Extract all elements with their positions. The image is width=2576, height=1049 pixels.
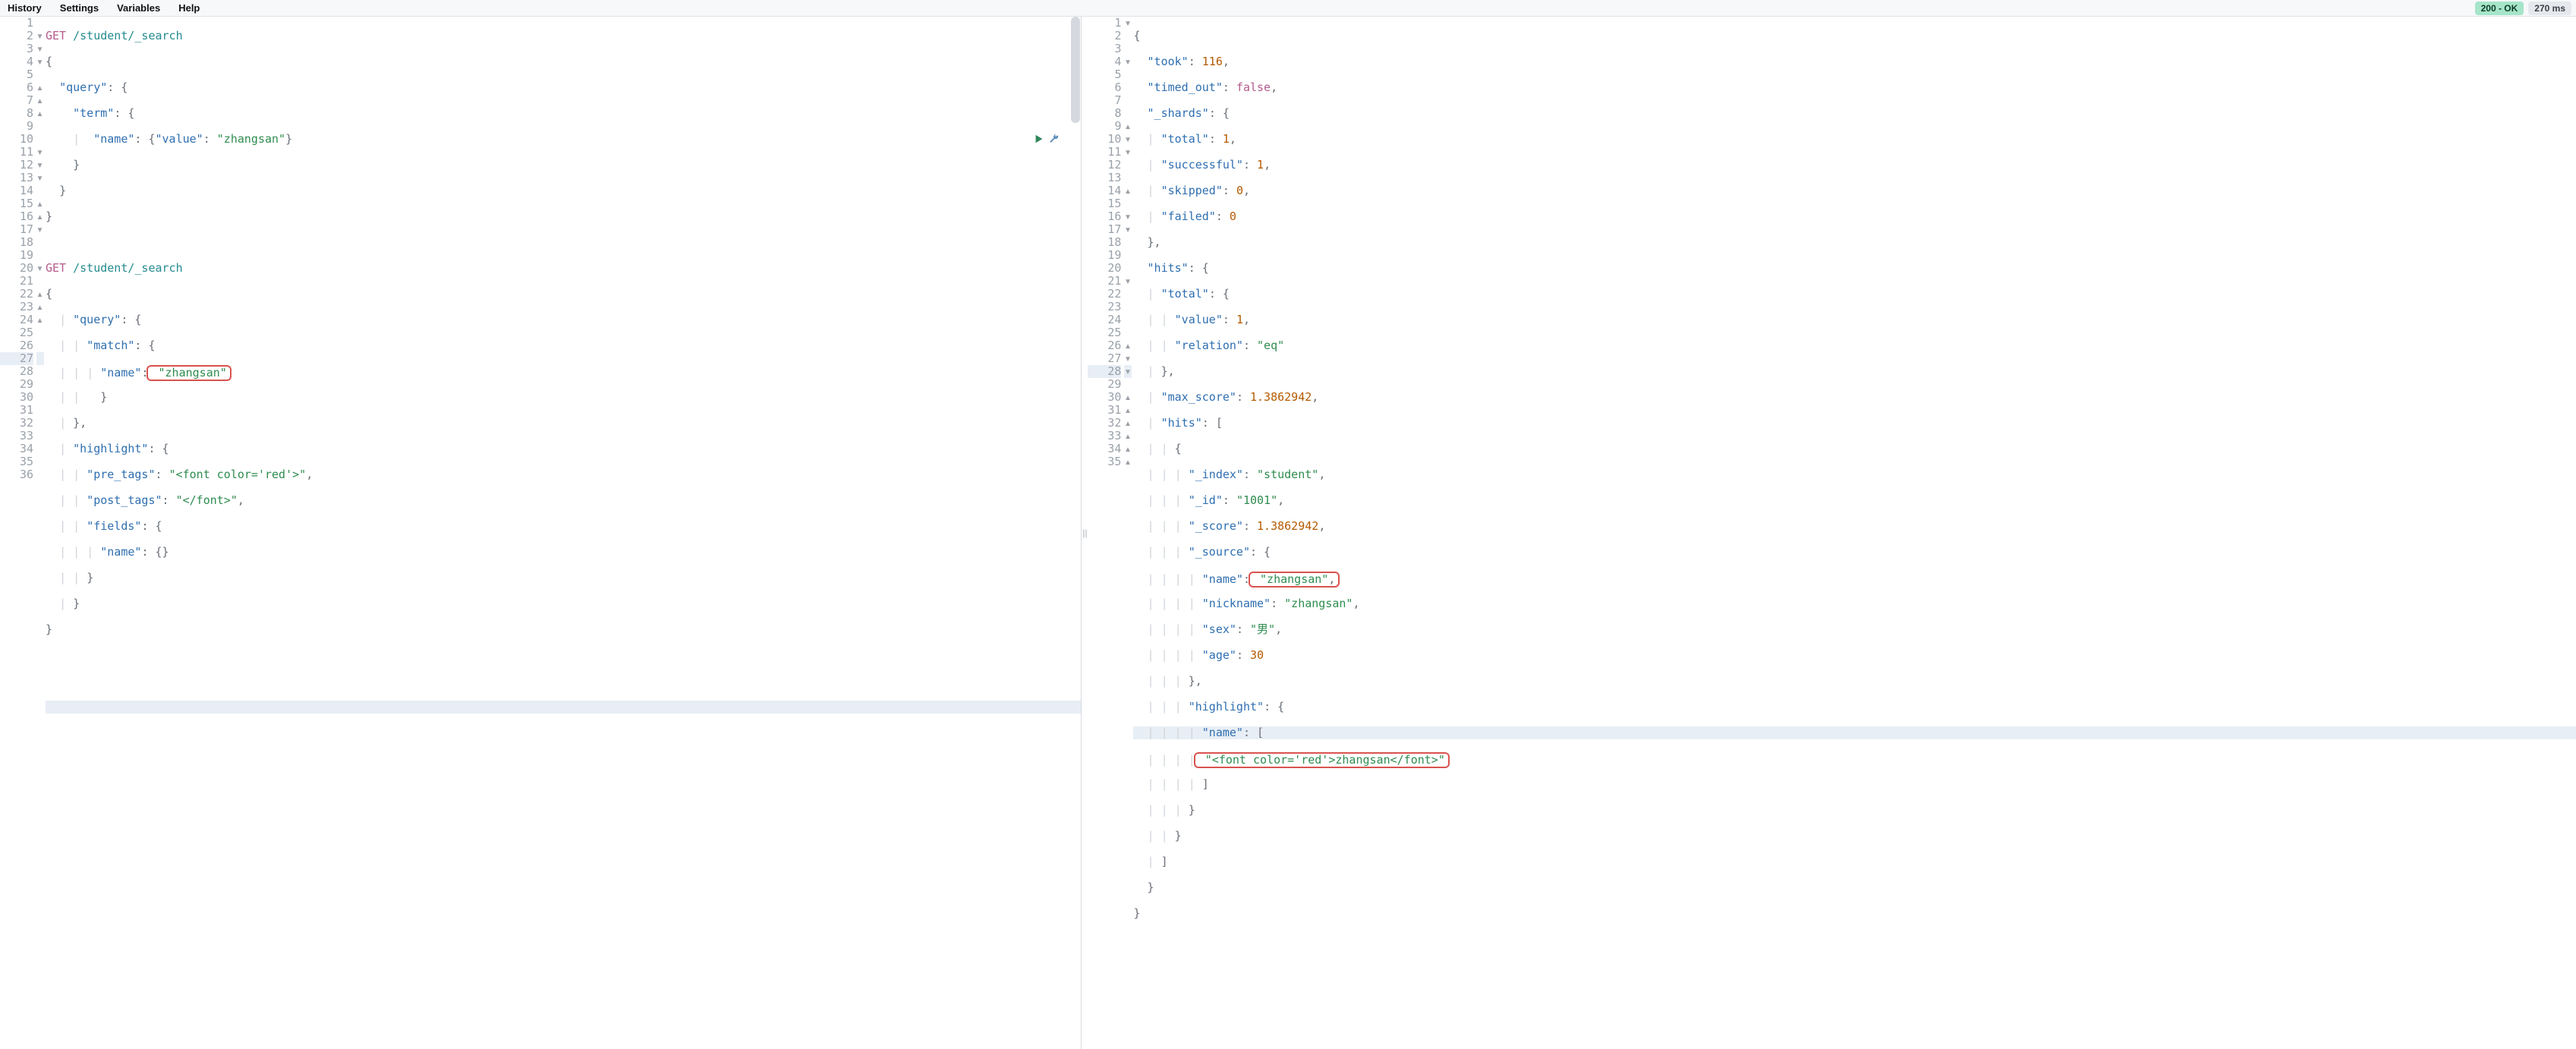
menu-variables[interactable]: Variables	[114, 1, 163, 15]
http-path: /student/_search	[73, 261, 183, 275]
json-key: "fields"	[87, 519, 141, 533]
json-number: 1	[1257, 158, 1264, 172]
json-string: "student"	[1257, 468, 1318, 481]
json-key: "failed"	[1161, 209, 1216, 223]
json-key: "match"	[87, 339, 134, 352]
json-string: "</font>"	[176, 493, 238, 507]
json-key: "value"	[1175, 313, 1223, 326]
status-badge-time: 270 ms	[2528, 2, 2571, 15]
json-key: "_source"	[1189, 545, 1250, 559]
json-number: 1	[1236, 313, 1243, 326]
menu-help[interactable]: Help	[175, 1, 203, 15]
json-key: "highlight"	[1189, 700, 1264, 714]
json-key: "name"	[93, 132, 134, 146]
json-number: 1.3862942	[1250, 390, 1312, 404]
json-key: "_shards"	[1148, 106, 1209, 120]
json-key: "post_tags"	[87, 493, 162, 507]
workspace: 1234567891011121314151617181920212223242…	[0, 17, 2576, 1049]
request-scrollbar[interactable]	[1070, 17, 1081, 1049]
json-string: "eq"	[1257, 339, 1284, 352]
json-number: 1.3862942	[1257, 519, 1318, 533]
wrench-icon[interactable]	[1049, 134, 1060, 144]
run-icon[interactable]	[1034, 134, 1044, 144]
toolbar: History Settings Variables Help 200 - OK…	[0, 0, 2576, 17]
json-key: "sex"	[1202, 622, 1236, 636]
response-code[interactable]: { "took": 116, "timed_out": false, "_sha…	[1132, 17, 2576, 1049]
menu-settings[interactable]: Settings	[57, 1, 102, 15]
response-pane[interactable]: 1234567891011121314151617181920212223242…	[1088, 17, 2576, 1049]
json-key: "name"	[100, 366, 141, 380]
json-key: "_index"	[1189, 468, 1243, 481]
json-bool: false	[1236, 80, 1271, 94]
callout-request-name: "zhangsan"	[146, 365, 231, 381]
response-gutter: 1234567891011121314151617181920212223242…	[1088, 17, 1124, 1049]
request-editor[interactable]: 1234567891011121314151617181920212223242…	[0, 17, 1081, 1049]
json-key: "name"	[1202, 726, 1243, 739]
json-string: "<font color='red'>"	[169, 468, 307, 481]
json-key: "skipped"	[1161, 184, 1223, 197]
json-string: "zhangsan"	[1284, 597, 1353, 610]
json-key: "_score"	[1189, 519, 1243, 533]
json-key: "max_score"	[1161, 390, 1236, 404]
http-method: GET	[46, 29, 66, 43]
json-number: 0	[1230, 209, 1236, 223]
json-number: 1	[1223, 132, 1230, 146]
json-key: "timed_out"	[1148, 80, 1223, 94]
json-key: "term"	[73, 106, 114, 120]
json-key: "pre_tags"	[87, 468, 155, 481]
json-key: "nickname"	[1202, 597, 1271, 610]
json-key: "query"	[73, 313, 121, 326]
json-key: "relation"	[1175, 339, 1243, 352]
json-key: "total"	[1161, 132, 1209, 146]
json-key: "took"	[1148, 55, 1189, 68]
json-string: "<font color='red'>zhangsan</font>"	[1205, 753, 1445, 767]
http-path: /student/_search	[73, 29, 183, 43]
menu-history[interactable]: History	[5, 1, 45, 15]
request-pane[interactable]: 1234567891011121314151617181920212223242…	[0, 17, 1082, 1049]
request-fold-column[interactable]: ▾▾▾▴▴▴▾▾▾▴▴▾▾▴▴▴	[36, 17, 44, 1049]
response-editor[interactable]: 1234567891011121314151617181920212223242…	[1088, 17, 2576, 1049]
json-key: "query"	[59, 80, 107, 94]
json-key: "highlight"	[73, 442, 148, 455]
json-string: "男"	[1250, 622, 1275, 636]
json-number: 116	[1202, 55, 1223, 68]
json-string: "zhangsan"	[159, 366, 227, 380]
json-number: 0	[1236, 184, 1243, 197]
json-empty: {}	[156, 545, 169, 559]
json-number: 30	[1250, 648, 1264, 662]
json-string: "zhangsan"	[1260, 572, 1328, 586]
line-actions	[1034, 134, 1060, 144]
json-key: "name"	[1202, 572, 1243, 586]
json-key: "successful"	[1161, 158, 1243, 172]
json-string: "1001"	[1236, 493, 1277, 507]
json-key: "total"	[1161, 287, 1209, 301]
json-key: "_id"	[1189, 493, 1223, 507]
menu: History Settings Variables Help	[5, 1, 203, 15]
callout-response-name: "zhangsan",	[1249, 572, 1340, 588]
json-key: "age"	[1202, 648, 1236, 662]
status-badge-ok: 200 - OK	[2475, 2, 2524, 15]
json-key: "hits"	[1161, 416, 1202, 430]
json-key: "value"	[156, 132, 203, 146]
json-key: "name"	[100, 545, 141, 559]
json-key: "hits"	[1148, 261, 1189, 275]
pane-splitter[interactable]: ||	[1082, 17, 1088, 1049]
response-fold-column[interactable]: ▾▾▴▾▾▴▾▾▾▴▾▾▴▴▴▴▴▴	[1124, 17, 1132, 1049]
request-gutter: 1234567891011121314151617181920212223242…	[0, 17, 36, 1049]
http-method: GET	[46, 261, 66, 275]
callout-response-highlight: "<font color='red'>zhangsan</font>"	[1194, 752, 1450, 768]
json-string: "zhangsan"	[217, 132, 285, 146]
request-code[interactable]: GET /student/_search { "query": { "term"…	[44, 17, 1081, 1049]
